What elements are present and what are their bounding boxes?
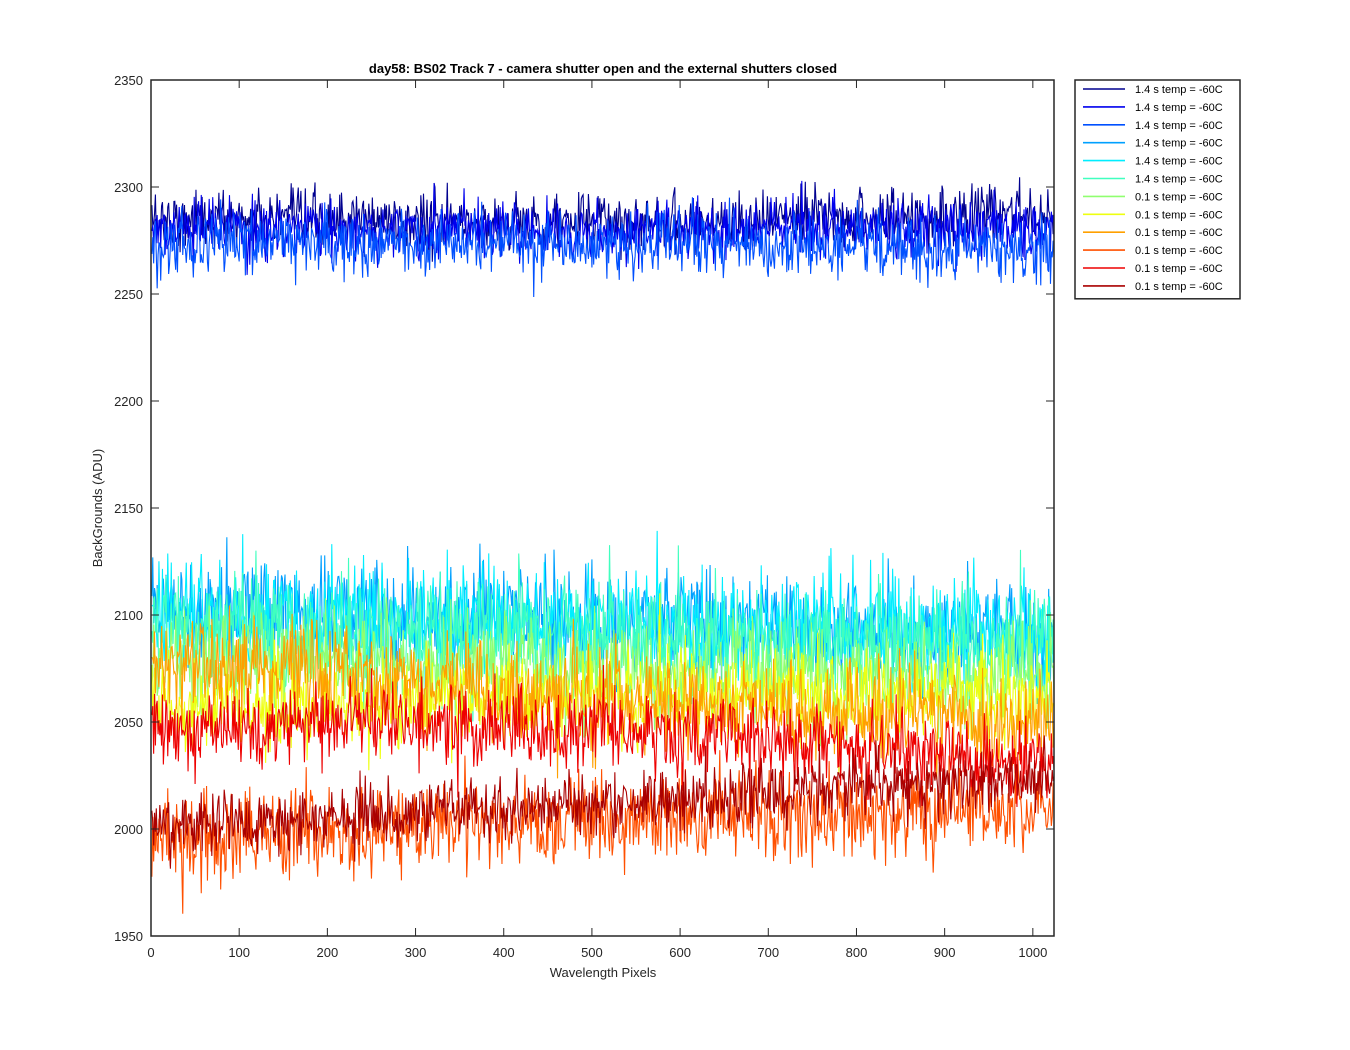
y-tick-label: 2150 bbox=[114, 501, 143, 516]
y-tick-label: 2000 bbox=[114, 822, 143, 837]
y-tick-label: 1950 bbox=[114, 929, 143, 944]
chart-figure: day58: BS02 Track 7 - camera shutter ope… bbox=[0, 0, 1350, 1050]
legend-label-1: 1.4 s temp = -60C bbox=[1135, 84, 1223, 96]
x-tick-label: 300 bbox=[405, 945, 427, 960]
y-tick-label: 2250 bbox=[114, 287, 143, 302]
x-tick-label: 200 bbox=[317, 945, 339, 960]
y-tick-label: 2050 bbox=[114, 715, 143, 730]
x-tick-label: 1000 bbox=[1018, 945, 1047, 960]
legend-label-3: 1.4 s temp = -60C bbox=[1135, 120, 1223, 132]
legend-label-2: 1.4 s temp = -60C bbox=[1135, 102, 1223, 114]
x-tick-label: 900 bbox=[934, 945, 956, 960]
legend-label-6: 1.4 s temp = -60C bbox=[1135, 174, 1223, 186]
legend-label-4: 1.4 s temp = -60C bbox=[1135, 138, 1223, 150]
x-tick-label: 500 bbox=[581, 945, 603, 960]
y-tick-label: 2100 bbox=[114, 608, 143, 623]
legend-label-10: 0.1 s temp = -60C bbox=[1135, 245, 1223, 257]
legend-label-9: 0.1 s temp = -60C bbox=[1135, 227, 1223, 239]
x-tick-label: 100 bbox=[228, 945, 250, 960]
x-axis-label: Wavelength Pixels bbox=[550, 965, 657, 980]
x-tick-label: 800 bbox=[846, 945, 868, 960]
legend-label-5: 1.4 s temp = -60C bbox=[1135, 156, 1223, 168]
legend-label-12: 0.1 s temp = -60C bbox=[1135, 281, 1223, 293]
x-tick-label: 0 bbox=[147, 945, 154, 960]
x-tick-label: 700 bbox=[757, 945, 779, 960]
x-tick-label: 400 bbox=[493, 945, 515, 960]
y-tick-label: 2300 bbox=[114, 180, 143, 195]
y-axis-label: BackGrounds (ADU) bbox=[90, 449, 105, 567]
legend-label-8: 0.1 s temp = -60C bbox=[1135, 209, 1223, 221]
x-tick-label: 600 bbox=[669, 945, 691, 960]
legend-label-7: 0.1 s temp = -60C bbox=[1135, 191, 1223, 203]
legend: 1.4 s temp = -60C 1.4 s temp = -60C 1.4 s … bbox=[1074, 79, 1241, 300]
chart-title: day58: BS02 Track 7 - camera shutter ope… bbox=[369, 61, 837, 76]
legend-label-11: 0.1 s temp = -60C bbox=[1135, 263, 1223, 275]
y-tick-label: 2350 bbox=[114, 73, 143, 88]
y-tick-label: 2200 bbox=[114, 394, 143, 409]
